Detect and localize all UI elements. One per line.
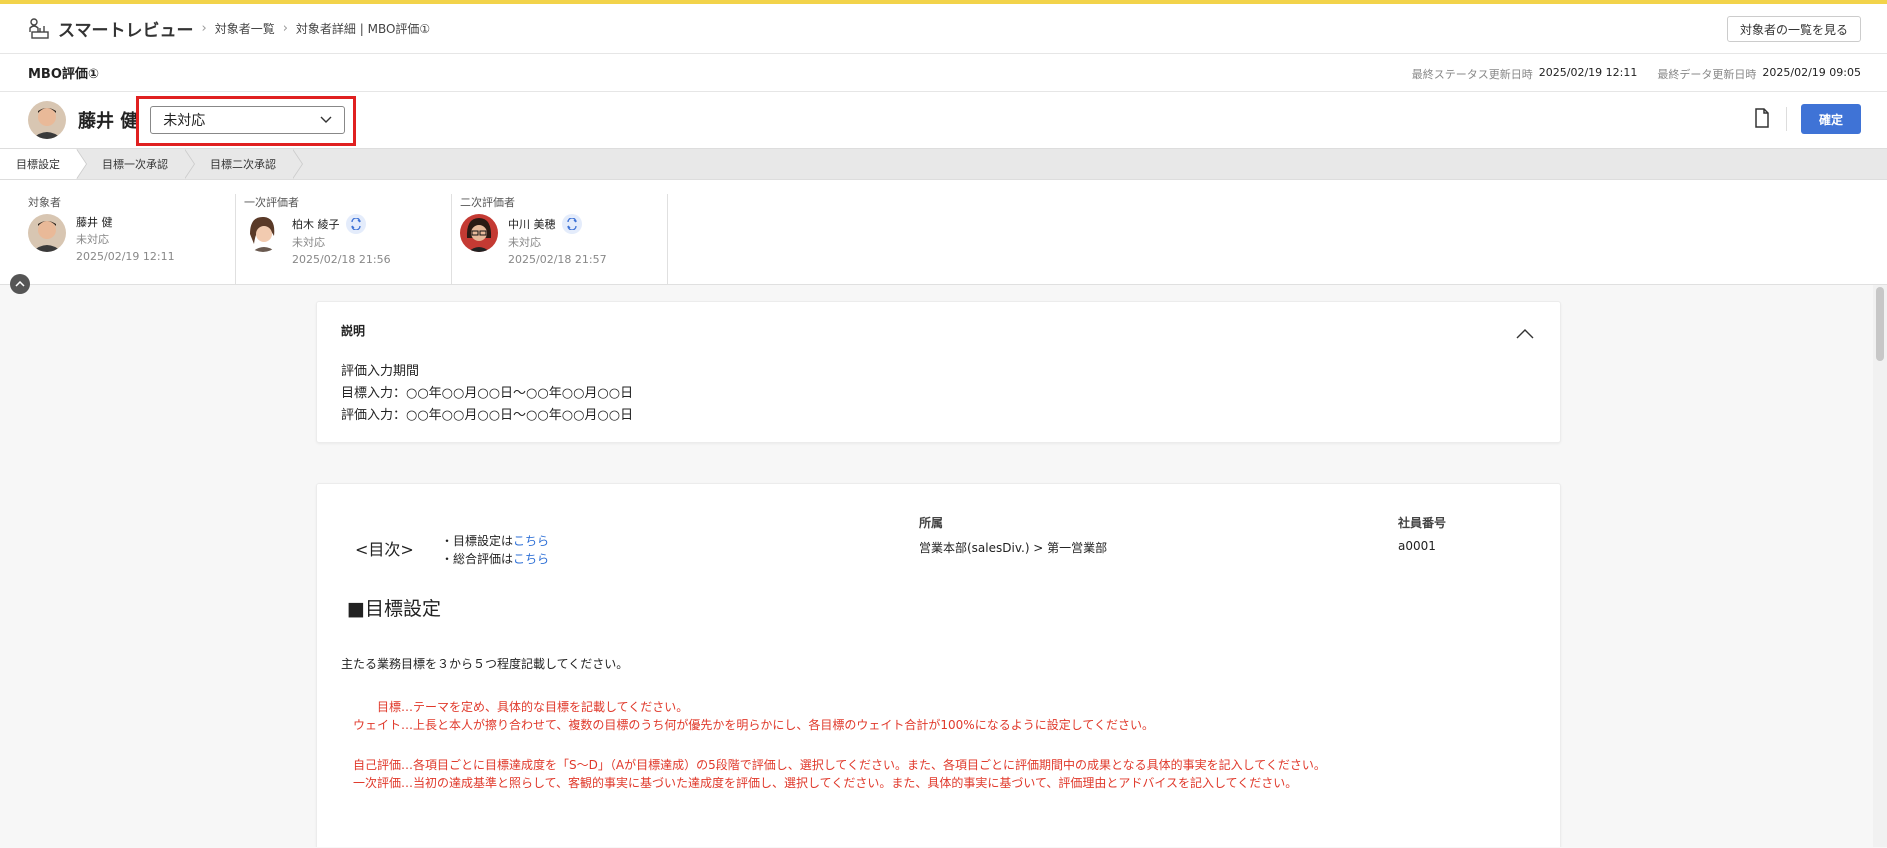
scrollbar[interactable] bbox=[1873, 285, 1887, 847]
confirm-button[interactable]: 確定 bbox=[1800, 104, 1861, 134]
swap-evaluator-icon[interactable] bbox=[561, 214, 582, 234]
chevron-down-icon bbox=[320, 112, 332, 128]
step-first-approval[interactable]: 目標一次承認 bbox=[76, 149, 195, 179]
workflow-steps: 目標設定 目標一次承認 目標二次承認 bbox=[0, 148, 1887, 180]
page-subheader: MBO評価① 最終ステータス更新日時 2025/02/19 12:11 最終デー… bbox=[0, 54, 1887, 92]
avatar bbox=[28, 214, 66, 252]
section-title: ■目標設定 bbox=[347, 598, 441, 620]
employee-id-value: a0001 bbox=[1398, 539, 1436, 553]
toc-link-goal-setting[interactable]: こちら bbox=[513, 534, 549, 548]
breadcrumb-current: 対象者詳細 | MBO評価① bbox=[295, 22, 431, 36]
toc-label: <目次> bbox=[355, 540, 414, 559]
person-name: 藤井 健 bbox=[78, 111, 139, 132]
evaluator-date: 2025/02/19 12:11 bbox=[76, 250, 175, 263]
toc-links: ・目標設定はこちら ・総合評価はこちら bbox=[441, 532, 549, 568]
avatar bbox=[460, 214, 498, 252]
department-label: 所属 bbox=[919, 516, 944, 530]
divider bbox=[1785, 107, 1787, 131]
evaluator-second: 二次評価者 中川 美穂 未対応 2025/02/18 21:57 bbox=[460, 194, 668, 284]
scrollbar-thumb[interactable] bbox=[1876, 287, 1884, 361]
main-content: 説明 評価入力期間 目標入力：○○年○○月○○日～○○年○○月○○日 評価入力：… bbox=[0, 285, 1887, 847]
description-text: 評価入力期間 目標入力：○○年○○月○○日～○○年○○月○○日 評価入力：○○年… bbox=[341, 361, 1536, 427]
chevron-right-icon: › bbox=[282, 21, 288, 36]
avatar bbox=[28, 101, 66, 139]
description-line: 目標入力：○○年○○月○○日～○○年○○月○○日 bbox=[341, 386, 634, 401]
description-line: 評価入力：○○年○○月○○日～○○年○○月○○日 bbox=[341, 408, 634, 423]
status-updated-label: 最終ステータス更新日時 bbox=[1411, 68, 1533, 81]
toc-row: <目次> ・目標設定はこちら ・総合評価はこちら 所属 営業本部(salesDi… bbox=[341, 484, 1536, 574]
chevron-up-icon[interactable] bbox=[1516, 324, 1534, 343]
status-select[interactable]: 未対応 bbox=[150, 106, 346, 134]
evaluator-status: 未対応 bbox=[292, 236, 325, 249]
evaluator-role: 一次評価者 bbox=[244, 196, 299, 209]
guideline-line: 一次評価…当初の達成基準と照らして、客観的事実に基づいた達成度を評価し、選択して… bbox=[353, 776, 1298, 790]
person-actions: 確定 bbox=[1754, 104, 1861, 134]
step-second-approval[interactable]: 目標二次承認 bbox=[184, 149, 303, 179]
chevron-right-icon: › bbox=[201, 21, 207, 36]
evaluator-role: 対象者 bbox=[28, 196, 61, 209]
evaluator-status: 未対応 bbox=[508, 236, 541, 249]
description-title: 説明 bbox=[341, 324, 366, 338]
evaluator-name: 柏木 綾子 bbox=[292, 217, 340, 231]
page-title: MBO評価① bbox=[28, 67, 99, 82]
app-header: スマートレビュー › 対象者一覧 › 対象者詳細 | MBO評価① 対象者の一覧… bbox=[0, 4, 1887, 54]
department-value: 営業本部(salesDiv.) > 第一営業部 bbox=[919, 541, 1108, 555]
swap-evaluator-icon[interactable] bbox=[345, 214, 366, 234]
employee-id-label: 社員番号 bbox=[1398, 516, 1447, 530]
evaluator-date: 2025/02/18 21:56 bbox=[292, 253, 391, 266]
instruction-text: 主たる業務目標を３から５つ程度記載してください。 bbox=[341, 657, 629, 671]
form-card: <目次> ・目標設定はこちら ・総合評価はこちら 所属 営業本部(salesDi… bbox=[316, 483, 1561, 847]
description-line: 評価入力期間 bbox=[341, 364, 420, 379]
step-goal-setting[interactable]: 目標設定 bbox=[0, 149, 87, 179]
toc-item: ・総合評価は bbox=[441, 552, 514, 566]
person-bar: 藤井 健 未対応 確定 bbox=[0, 92, 1887, 148]
collapse-panel-button[interactable] bbox=[10, 274, 30, 294]
evaluator-status: 未対応 bbox=[76, 233, 109, 246]
guideline-line: 目標…テーマを定め、具体的な目標を記載してください。 bbox=[353, 700, 689, 714]
guideline-block: 自己評価…各項目ごとに目標達成度を「S～D」（Aが目標達成）の5段階で評価し、選… bbox=[341, 756, 1536, 792]
evaluator-name: 藤井 健 bbox=[76, 216, 113, 229]
toc-link-overall-eval[interactable]: こちら bbox=[513, 552, 549, 566]
evaluator-first: 一次評価者 柏木 綾子 未対応 2025/02/18 21:56 bbox=[244, 194, 452, 284]
evaluator-date: 2025/02/18 21:57 bbox=[508, 253, 607, 266]
document-icon[interactable] bbox=[1754, 108, 1772, 130]
update-meta: 最終ステータス更新日時 2025/02/19 12:11 最終データ更新日時 2… bbox=[1412, 66, 1861, 82]
description-card: 説明 評価入力期間 目標入力：○○年○○月○○日～○○年○○月○○日 評価入力：… bbox=[316, 301, 1561, 443]
employee-id-field: 社員番号 a0001 bbox=[1398, 514, 1446, 553]
guideline-block: 目標…テーマを定め、具体的な目標を記載してください。 ウェイト…上長と本人が擦り… bbox=[341, 698, 1536, 734]
department-field: 所属 営業本部(salesDiv.) > 第一営業部 bbox=[919, 514, 1107, 556]
breadcrumb-target-list[interactable]: 対象者一覧 bbox=[215, 20, 275, 37]
avatar bbox=[244, 214, 282, 252]
status-select-value: 未対応 bbox=[163, 113, 206, 129]
data-updated-value: 2025/02/19 09:05 bbox=[1762, 66, 1861, 79]
evaluator-target: 対象者 藤井 健 未対応 2025/02/19 12:11 bbox=[28, 194, 236, 284]
evaluator-role: 二次評価者 bbox=[460, 196, 515, 209]
guideline-line: ウェイト…上長と本人が擦り合わせて、複数の目標のうち何が優先かを明らかにし、各目… bbox=[353, 718, 1154, 732]
data-updated-label: 最終データ更新日時 bbox=[1657, 68, 1757, 81]
view-target-list-button[interactable]: 対象者の一覧を見る bbox=[1726, 16, 1861, 42]
app-logo-icon bbox=[28, 17, 50, 40]
evaluators-panel: 対象者 藤井 健 未対応 2025/02/19 12:11 一次評価者 柏木 綾… bbox=[0, 180, 1887, 294]
guideline-line: 自己評価…各項目ごとに目標達成度を「S～D」（Aが目標達成）の5段階で評価し、選… bbox=[353, 758, 1326, 772]
app-title[interactable]: スマートレビュー bbox=[58, 16, 194, 41]
evaluator-name: 中川 美穂 bbox=[508, 217, 556, 231]
status-updated-value: 2025/02/19 12:11 bbox=[1538, 66, 1638, 79]
toc-item: ・目標設定は bbox=[441, 534, 514, 548]
